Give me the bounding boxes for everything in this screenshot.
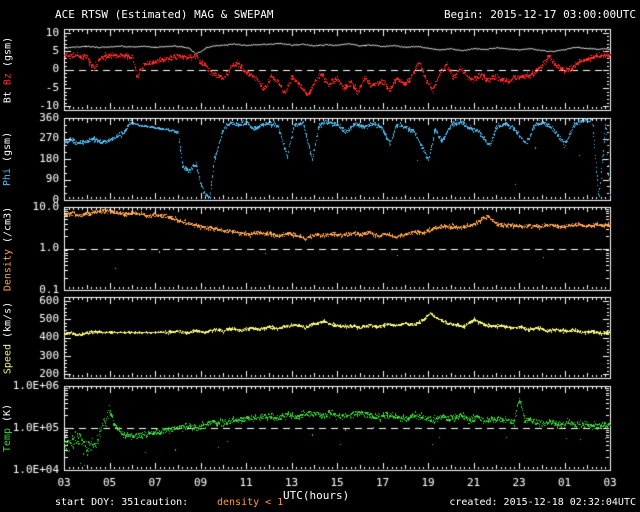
footer-caution-label: caution: [140, 497, 189, 508]
y-axis-label-part: (/cm3) [2, 206, 13, 249]
y-axis-label-part: Temp [2, 428, 13, 453]
y-axis-label-part: Speed [2, 343, 13, 374]
y-axis-label-part: (gsm) [2, 131, 13, 169]
y-axis-label-part: Phi [2, 168, 13, 187]
x-axis-title: UTC(hours) [283, 489, 350, 502]
y-axis-label-part: (km/s) [2, 301, 13, 344]
ace-rtsw-plot: ACE RTSW (Estimated) MAG & SWEPAM Begin:… [0, 0, 640, 512]
y-axis-label-part: (K) [2, 403, 13, 428]
page-title: ACE RTSW (Estimated) MAG & SWEPAM [55, 8, 274, 21]
y-axis-label-part: Bz [2, 72, 13, 85]
chart-canvas [0, 0, 640, 512]
y-axis-label-part: Density [2, 248, 13, 291]
y-axis-label-temp: Temp (K) [1, 374, 15, 482]
y-axis-label-part: Bt [2, 84, 13, 103]
footer-caution-value: density < 1 [217, 497, 284, 508]
footer-start-doy: start DOY: 351 [55, 497, 140, 508]
footer-created-timestamp: created: 2015-12-18 02:32:04UTC [449, 497, 636, 508]
begin-timestamp: Begin: 2015-12-17 03:00:00UTC [443, 8, 636, 21]
y-axis-label-part: (gsm) [2, 36, 13, 73]
